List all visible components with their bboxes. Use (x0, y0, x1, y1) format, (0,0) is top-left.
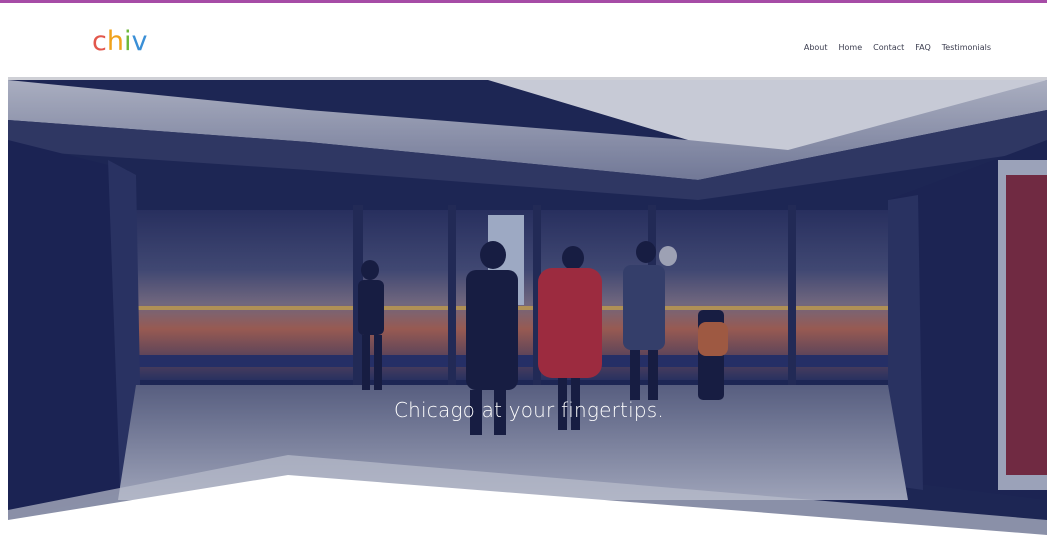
logo-letter-h: h (106, 26, 124, 57)
chiv-logo[interactable]: chiv (92, 27, 147, 57)
hero-tagline: Chicago at your fingertips. (394, 398, 664, 422)
hero-banner: Chicago at your fingertips. (8, 80, 1047, 545)
nav-link-home[interactable]: Home (839, 43, 863, 52)
main-nav: About Home Contact FAQ Testimonials (804, 43, 991, 52)
page: chiv About Home Contact FAQ Testimonials (0, 0, 1047, 545)
logo-letter-i: i (123, 26, 132, 57)
logo-letter-c: c (92, 26, 107, 57)
site-header: chiv About Home Contact FAQ Testimonials (0, 3, 1047, 77)
nav-link-testimonials[interactable]: Testimonials (942, 43, 991, 52)
nav-link-contact[interactable]: Contact (873, 43, 904, 52)
nav-link-about[interactable]: About (804, 43, 828, 52)
logo-letter-v: v (131, 26, 148, 57)
nav-link-faq[interactable]: FAQ (915, 43, 931, 52)
hero-subway-illustration (8, 80, 1047, 545)
